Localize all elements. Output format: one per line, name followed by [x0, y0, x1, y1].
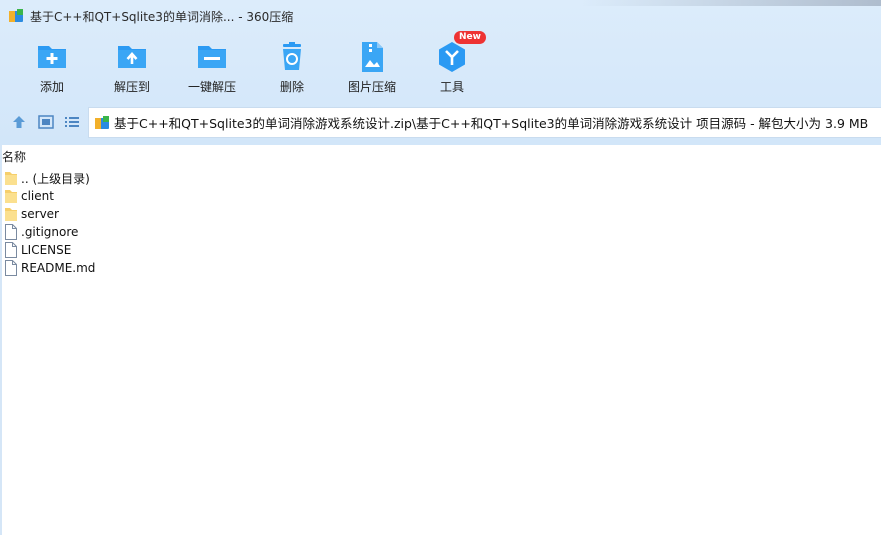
file-icon	[5, 242, 17, 258]
list-item-client[interactable]: client	[4, 187, 95, 205]
extract-to-icon	[118, 46, 146, 68]
list-item-gitignore[interactable]: .gitignore	[4, 223, 95, 241]
item-name: .. (上级目录)	[21, 171, 90, 186]
list-item-readme[interactable]: README.md	[4, 259, 95, 277]
item-name: server	[21, 207, 59, 221]
up-arrow-icon[interactable]	[10, 113, 28, 131]
file-list: .. (上级目录) client server .gitignore LICEN…	[4, 169, 95, 277]
tools-button[interactable]: New 工具	[412, 31, 492, 100]
delete-icon	[283, 42, 301, 70]
one-click-extract-label: 一键解压	[187, 80, 236, 94]
image-compress-icon	[362, 42, 383, 72]
item-name: client	[21, 189, 54, 203]
item-name: LICENSE	[21, 243, 72, 257]
file-list-pane	[0, 145, 881, 535]
folder-icon	[5, 172, 17, 185]
list-item-parent[interactable]: .. (上级目录)	[4, 169, 95, 187]
one-click-extract-button[interactable]: 一键解压	[172, 36, 252, 100]
nav-bar: 基于C++和QT+Sqlite3的单词消除游戏系统设计.zip\基于C++和QT…	[0, 107, 881, 138]
image-compress-button[interactable]: 图片压缩	[332, 36, 412, 100]
list-item-server[interactable]: server	[4, 205, 95, 223]
tools-icon	[439, 42, 465, 72]
file-icon	[5, 260, 17, 276]
item-name: README.md	[21, 261, 96, 275]
toolbar: 添加 解压到 一键解压 删除 图片压缩 New 工具	[0, 31, 881, 100]
add-folder-icon	[38, 46, 66, 68]
extract-to-button[interactable]: 解压到	[92, 36, 172, 100]
tools-label: 工具	[439, 80, 464, 94]
list-view-icon[interactable]	[63, 113, 81, 131]
file-icon	[5, 224, 17, 240]
one-click-extract-icon	[198, 46, 226, 68]
archive-app-icon	[9, 9, 23, 22]
folder-icon	[5, 208, 17, 221]
thumbnail-view-icon[interactable]	[37, 113, 55, 131]
window-title: 基于C++和QT+Sqlite3的单词消除... - 360压缩	[30, 9, 294, 24]
path-text: 基于C++和QT+Sqlite3的单词消除游戏系统设计.zip\基于C++和QT…	[114, 116, 869, 131]
add-label: 添加	[39, 80, 64, 94]
archive-icon	[95, 115, 109, 129]
extract-to-label: 解压到	[113, 80, 150, 94]
folder-icon	[5, 190, 17, 203]
add-button[interactable]: 添加	[12, 36, 92, 100]
path-bar[interactable]: 基于C++和QT+Sqlite3的单词消除游戏系统设计.zip\基于C++和QT…	[88, 107, 881, 138]
new-badge: New	[454, 31, 486, 44]
title-bar: 基于C++和QT+Sqlite3的单词消除... - 360压缩	[0, 0, 881, 32]
column-header-name[interactable]: 名称	[2, 148, 26, 165]
item-name: .gitignore	[21, 225, 79, 239]
list-item-license[interactable]: LICENSE	[4, 241, 95, 259]
delete-button[interactable]: 删除	[252, 36, 332, 100]
pane-left-border	[0, 145, 2, 535]
image-compress-label: 图片压缩	[347, 80, 396, 94]
delete-label: 删除	[279, 80, 304, 94]
